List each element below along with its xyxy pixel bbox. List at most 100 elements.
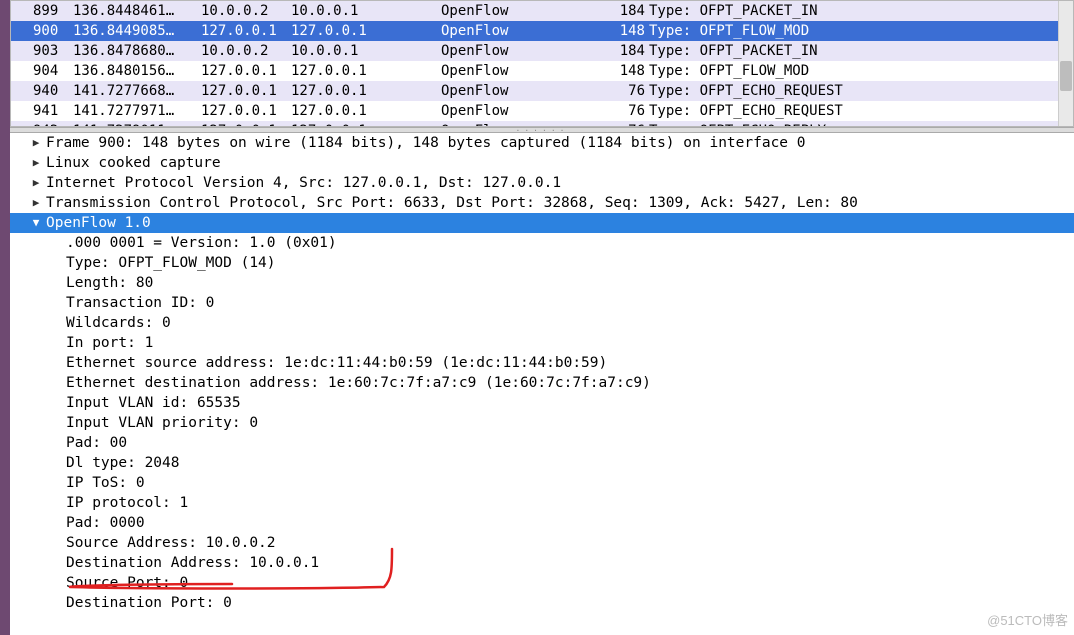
field-text: Source Address: 10.0.0.2	[66, 533, 276, 553]
wireshark-window: 899136.8448461…10.0.0.210.0.0.1OpenFlow1…	[0, 0, 1074, 635]
packet-row[interactable]: 904136.8480156…127.0.0.1127.0.0.1OpenFlo…	[11, 61, 1073, 81]
openflow-field[interactable]: Source Port: 0	[10, 573, 1074, 593]
col-destination: 10.0.0.1	[291, 41, 441, 61]
field-text: Wildcards: 0	[66, 313, 171, 333]
tree-item-ip[interactable]: ▶ Internet Protocol Version 4, Src: 127.…	[10, 173, 1074, 193]
openflow-field[interactable]: Input VLAN id: 65535	[10, 393, 1074, 413]
openflow-field[interactable]: Length: 80	[10, 273, 1074, 293]
col-protocol: OpenFlow	[441, 21, 605, 41]
field-text: Ethernet destination address: 1e:60:7c:7…	[66, 373, 651, 393]
field-text: Pad: 0000	[66, 513, 145, 533]
openflow-field[interactable]: Destination Port: 0	[10, 593, 1074, 613]
col-no: 941	[33, 101, 73, 121]
openflow-field[interactable]: Pad: 0000	[10, 513, 1074, 533]
field-text: Destination Address: 10.0.0.1	[66, 553, 319, 573]
col-time: 136.8448461…	[73, 1, 201, 21]
expand-collapse-icon[interactable]: ▶	[26, 153, 46, 173]
openflow-field[interactable]: Dl type: 2048	[10, 453, 1074, 473]
openflow-field[interactable]: .000 0001 = Version: 1.0 (0x01)	[10, 233, 1074, 253]
field-text: Type: OFPT_FLOW_MOD (14)	[66, 253, 276, 273]
col-no: 942	[33, 121, 73, 127]
packet-details-pane[interactable]: ▶ Frame 900: 148 bytes on wire (1184 bit…	[10, 133, 1074, 635]
openflow-field[interactable]: Input VLAN priority: 0	[10, 413, 1074, 433]
packet-row[interactable]: 941141.7277971…127.0.0.1127.0.0.1OpenFlo…	[11, 101, 1073, 121]
col-info: Type: OFPT_ECHO_REQUEST	[649, 81, 1073, 101]
openflow-field[interactable]: IP protocol: 1	[10, 493, 1074, 513]
col-time: 141.7279011…	[73, 121, 201, 127]
col-source: 127.0.0.1	[201, 101, 291, 121]
col-length: 76	[605, 121, 649, 127]
scrollbar-thumb[interactable]	[1060, 61, 1072, 91]
col-destination: 127.0.0.1	[291, 21, 441, 41]
packet-row[interactable]: 900136.8449085…127.0.0.1127.0.0.1OpenFlo…	[11, 21, 1073, 41]
col-protocol: OpenFlow	[441, 1, 605, 21]
col-source: 10.0.0.2	[201, 41, 291, 61]
openflow-field[interactable]: Ethernet source address: 1e:dc:11:44:b0:…	[10, 353, 1074, 373]
openflow-field[interactable]: IP ToS: 0	[10, 473, 1074, 493]
openflow-header: OpenFlow 1.0	[46, 213, 151, 233]
tree-item-frame[interactable]: ▶ Frame 900: 148 bytes on wire (1184 bit…	[10, 133, 1074, 153]
col-protocol: OpenFlow	[441, 81, 605, 101]
packet-row[interactable]: 942141.7279011…127.0.0.1127.0.0.1OpenFlo…	[11, 121, 1073, 127]
packet-row[interactable]: 940141.7277668…127.0.0.1127.0.0.1OpenFlo…	[11, 81, 1073, 101]
field-text: Transaction ID: 0	[66, 293, 214, 313]
watermark-text: @51CTO博客	[987, 610, 1068, 629]
expand-collapse-icon[interactable]: ▶	[26, 173, 46, 193]
col-protocol: OpenFlow	[441, 101, 605, 121]
col-info: Type: OFPT_ECHO_REPLY	[649, 121, 1073, 127]
col-source: 127.0.0.1	[201, 81, 291, 101]
col-time: 141.7277971…	[73, 101, 201, 121]
packet-row[interactable]: 899136.8448461…10.0.0.210.0.0.1OpenFlow1…	[11, 1, 1073, 21]
tree-item-linux-cooked[interactable]: ▶ Linux cooked capture	[10, 153, 1074, 173]
col-info: Type: OFPT_PACKET_IN	[649, 41, 1073, 61]
col-length: 148	[605, 61, 649, 81]
openflow-field[interactable]: Transaction ID: 0	[10, 293, 1074, 313]
openflow-field[interactable]: Source Address: 10.0.0.2	[10, 533, 1074, 553]
col-no: 904	[33, 61, 73, 81]
col-length: 184	[605, 1, 649, 21]
field-text: Pad: 00	[66, 433, 127, 453]
field-text: Length: 80	[66, 273, 153, 293]
field-text: Destination Port: 0	[66, 593, 232, 613]
openflow-field[interactable]: Wildcards: 0	[10, 313, 1074, 333]
col-time: 141.7277668…	[73, 81, 201, 101]
frame-summary: Frame 900: 148 bytes on wire (1184 bits)…	[46, 133, 806, 153]
openflow-field[interactable]: In port: 1	[10, 333, 1074, 353]
tcp-summary: Transmission Control Protocol, Src Port:…	[46, 193, 858, 213]
field-text: Dl type: 2048	[66, 453, 180, 473]
col-protocol: OpenFlow	[441, 121, 605, 127]
col-no: 900	[33, 21, 73, 41]
col-no: 940	[33, 81, 73, 101]
col-info: Type: OFPT_FLOW_MOD	[649, 61, 1073, 81]
packet-row[interactable]: 903136.8478680…10.0.0.210.0.0.1OpenFlow1…	[11, 41, 1073, 61]
col-length: 76	[605, 81, 649, 101]
ip-summary: Internet Protocol Version 4, Src: 127.0.…	[46, 173, 561, 193]
openflow-field[interactable]: Destination Address: 10.0.0.1	[10, 553, 1074, 573]
col-length: 76	[605, 101, 649, 121]
expand-collapse-icon[interactable]: ▶	[26, 133, 46, 153]
col-info: Type: OFPT_PACKET_IN	[649, 1, 1073, 21]
tree-item-tcp[interactable]: ▶ Transmission Control Protocol, Src Por…	[10, 193, 1074, 213]
col-source: 127.0.0.1	[201, 21, 291, 41]
packet-list-scrollbar[interactable]	[1058, 1, 1073, 126]
tree-item-openflow[interactable]: ▼ OpenFlow 1.0	[10, 213, 1074, 233]
openflow-field[interactable]: Pad: 00	[10, 433, 1074, 453]
col-protocol: OpenFlow	[441, 41, 605, 61]
col-source: 127.0.0.1	[201, 121, 291, 127]
col-destination: 10.0.0.1	[291, 1, 441, 21]
field-text: IP ToS: 0	[66, 473, 145, 493]
expand-collapse-icon[interactable]: ▼	[26, 213, 46, 233]
col-destination: 127.0.0.1	[291, 121, 441, 127]
col-protocol: OpenFlow	[441, 61, 605, 81]
col-time: 136.8478680…	[73, 41, 201, 61]
col-info: Type: OFPT_ECHO_REQUEST	[649, 101, 1073, 121]
field-text: Input VLAN id: 65535	[66, 393, 241, 413]
expand-collapse-icon[interactable]: ▶	[26, 193, 46, 213]
openflow-field[interactable]: Type: OFPT_FLOW_MOD (14)	[10, 253, 1074, 273]
col-destination: 127.0.0.1	[291, 101, 441, 121]
col-destination: 127.0.0.1	[291, 81, 441, 101]
field-text: Ethernet source address: 1e:dc:11:44:b0:…	[66, 353, 607, 373]
col-length: 184	[605, 41, 649, 61]
packet-list-pane[interactable]: 899136.8448461…10.0.0.210.0.0.1OpenFlow1…	[10, 0, 1074, 127]
openflow-field[interactable]: Ethernet destination address: 1e:60:7c:7…	[10, 373, 1074, 393]
